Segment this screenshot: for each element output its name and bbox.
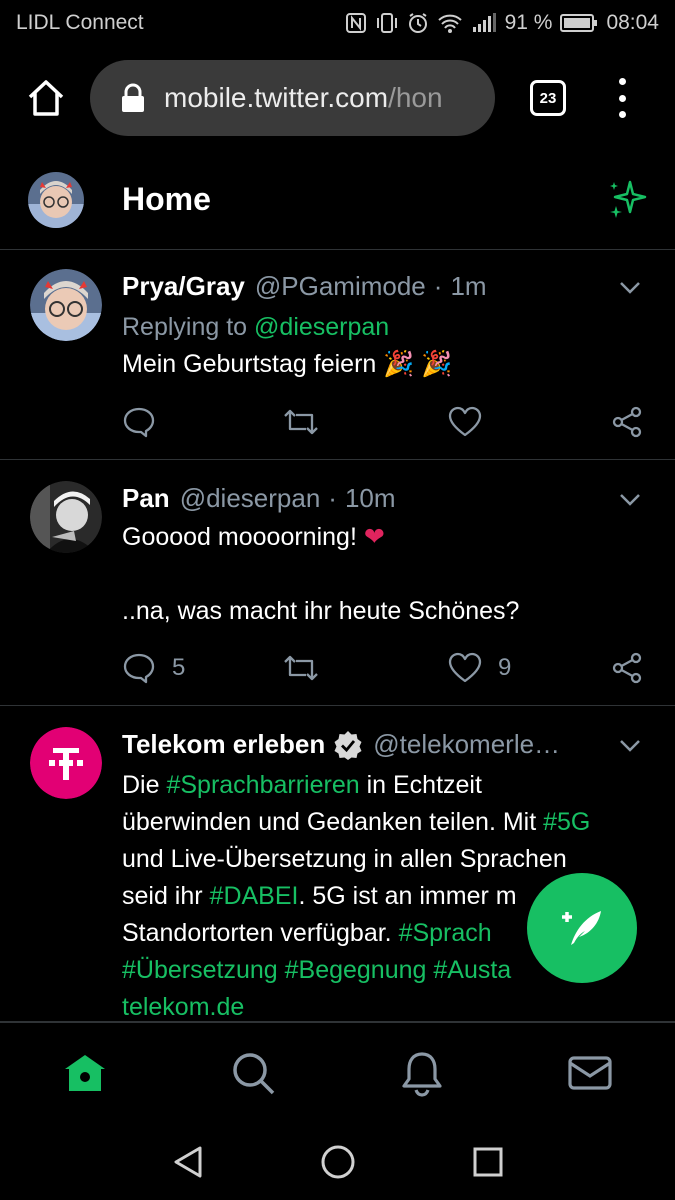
retweet-button[interactable] bbox=[282, 405, 320, 439]
heart-emoji: ❤ bbox=[363, 523, 385, 551]
author-handle[interactable]: @dieserpan bbox=[180, 483, 321, 514]
retweet-icon bbox=[284, 655, 318, 681]
external-link[interactable]: telekom.de bbox=[122, 989, 652, 1026]
tweet-avatar[interactable] bbox=[30, 481, 102, 553]
status-bar: LIDL Connect 91 % 08:04 bbox=[0, 0, 675, 46]
verified-badge-icon bbox=[334, 730, 362, 760]
url-path: /hon bbox=[388, 82, 443, 113]
hashtag-link[interactable]: #5G bbox=[543, 808, 590, 836]
author-handle[interactable]: @telekomerle… bbox=[373, 729, 560, 760]
reply-icon bbox=[123, 407, 155, 438]
compose-button[interactable] bbox=[527, 873, 637, 983]
chevron-down-icon[interactable] bbox=[619, 493, 641, 507]
url-domain: mobile.twitter.com bbox=[164, 82, 389, 113]
url-bar[interactable]: mobile.twitter.com/hon bbox=[90, 60, 495, 136]
tweet-header: Pan @dieserpan · 10m bbox=[122, 483, 396, 514]
reply-count: 5 bbox=[172, 654, 186, 681]
lock-icon bbox=[122, 83, 144, 112]
author-handle[interactable]: @PGamimode bbox=[255, 271, 426, 302]
mail-icon[interactable] bbox=[566, 1049, 614, 1097]
heart-icon bbox=[448, 406, 482, 437]
tweet-text-line1: Gooood moooorning! ❤ bbox=[122, 523, 385, 551]
browser-home-icon[interactable] bbox=[26, 78, 66, 118]
sparkle-icon[interactable] bbox=[606, 178, 650, 222]
browser-menu-button[interactable] bbox=[612, 78, 632, 118]
profile-avatar[interactable] bbox=[28, 172, 84, 228]
tweet-header: Telekom erleben @telekomerle… bbox=[122, 729, 560, 760]
reply-icon bbox=[123, 653, 155, 684]
author-name[interactable]: Telekom erleben bbox=[122, 729, 325, 760]
browser-toolbar: mobile.twitter.com/hon 23 bbox=[0, 56, 675, 140]
compose-feather-icon bbox=[562, 911, 601, 945]
tweet-text-line2: ..na, was macht ihr heute Schönes? bbox=[122, 597, 520, 625]
tweet-body: Replying to @dieserpan Mein Geburtstag f… bbox=[122, 309, 642, 383]
author-name[interactable]: Prya/Gray bbox=[122, 271, 245, 302]
url-text: mobile.twitter.com/hon bbox=[164, 82, 443, 114]
share-button[interactable] bbox=[610, 651, 644, 685]
reply-handle-link[interactable]: @dieserpan bbox=[254, 313, 389, 341]
page-title: Home bbox=[122, 181, 211, 217]
tweet-avatar[interactable] bbox=[30, 269, 102, 341]
tweet-actions: 5 9 bbox=[122, 651, 644, 687]
alarm-icon bbox=[408, 13, 427, 33]
tweet[interactable]: Prya/Gray @PGamimode · 1m Replying to @d… bbox=[0, 251, 675, 460]
share-icon bbox=[612, 652, 642, 684]
retweet-icon bbox=[284, 409, 318, 435]
heart-icon bbox=[448, 652, 482, 683]
nfc-icon bbox=[345, 13, 366, 33]
hashtag-link[interactable]: #Übersetzung bbox=[122, 956, 278, 984]
retweet-button[interactable] bbox=[282, 651, 320, 685]
like-button[interactable]: 9 bbox=[448, 651, 511, 685]
carrier-label: LIDL Connect bbox=[16, 11, 144, 34]
tweet[interactable]: Pan @dieserpan · 10m Gooood moooorning! … bbox=[0, 461, 675, 706]
hashtag-link[interactable]: #Austa bbox=[433, 956, 511, 984]
hashtag-link[interactable]: #DABEI bbox=[210, 882, 299, 910]
bottom-navigation bbox=[0, 1022, 675, 1122]
tweet-header: Prya/Gray @PGamimode · 1m bbox=[122, 271, 487, 302]
tweet-time[interactable]: 1m bbox=[450, 271, 486, 302]
signal-icon bbox=[472, 13, 496, 32]
status-icons: 91 % 08:04 bbox=[345, 11, 659, 35]
author-name[interactable]: Pan bbox=[122, 483, 170, 514]
tweet-body: Gooood moooorning! ❤ ..na, was macht ihr… bbox=[122, 519, 642, 630]
system-navigation-bar bbox=[0, 1122, 675, 1200]
hashtag-link[interactable]: #Sprachbarrieren bbox=[166, 771, 359, 799]
like-count: 9 bbox=[498, 654, 512, 681]
share-button[interactable] bbox=[610, 405, 644, 439]
clock: 08:04 bbox=[606, 11, 659, 34]
timeline-header: Home bbox=[0, 150, 675, 250]
recents-icon[interactable] bbox=[470, 1142, 506, 1182]
home-circle-icon[interactable] bbox=[318, 1142, 358, 1182]
tweet-text: Mein Geburtstag feiern 🎉 🎉 bbox=[122, 350, 453, 378]
chevron-down-icon[interactable] bbox=[619, 281, 641, 295]
vibrate-icon bbox=[376, 13, 397, 33]
search-icon[interactable] bbox=[229, 1049, 277, 1097]
like-button[interactable] bbox=[448, 405, 498, 439]
chevron-down-icon[interactable] bbox=[619, 739, 641, 753]
battery-percent: 91 % bbox=[504, 11, 553, 34]
wifi-icon bbox=[437, 14, 462, 33]
battery-icon bbox=[560, 14, 598, 32]
tweet-actions bbox=[122, 405, 644, 441]
reply-context: Replying to @dieserpan bbox=[122, 313, 390, 341]
tab-switcher-button[interactable]: 23 bbox=[530, 80, 566, 116]
tweet-avatar[interactable] bbox=[30, 727, 102, 799]
hashtag-link[interactable]: #Sprach bbox=[399, 919, 492, 947]
hashtag-link[interactable]: #Begegnung bbox=[285, 956, 427, 984]
bell-icon[interactable] bbox=[398, 1049, 446, 1097]
back-icon[interactable] bbox=[170, 1142, 206, 1182]
tweet-time[interactable]: 10m bbox=[345, 483, 396, 514]
home-icon[interactable] bbox=[61, 1049, 109, 1097]
reply-button[interactable] bbox=[122, 405, 172, 439]
reply-button[interactable]: 5 bbox=[122, 651, 185, 685]
share-icon bbox=[612, 406, 642, 438]
